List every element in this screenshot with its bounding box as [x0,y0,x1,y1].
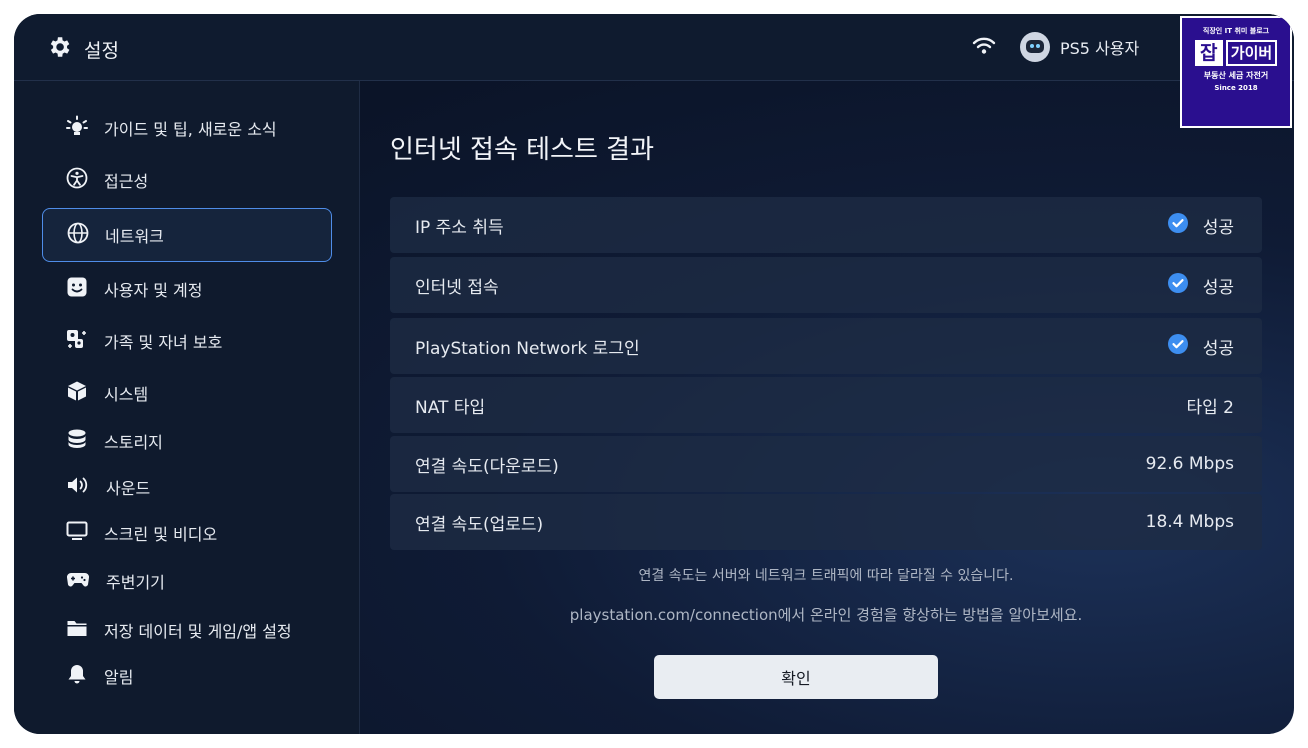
badge-name: 가이버 [1225,40,1278,66]
sidebar-item-accessibility[interactable]: 접근성 [42,153,332,207]
ps5-settings-screen: 설정 PS5 사용자 직장인 IT 취미 블로그 잡 가이버 부동산 세금 자전… [14,14,1294,734]
sidebar-item-label: 주변기기 [106,573,165,592]
wifi-icon [972,36,996,60]
result-value: 타입 2 [1186,397,1235,418]
result-label: IP 주소 취득 [415,217,504,238]
result-value: 성공 [1202,217,1234,238]
result-row-internet: 인터넷 접속 성공 [390,257,1262,313]
sidebar-item-screen-video[interactable]: 스크린 및 비디오 [42,506,332,560]
check-circle-icon [1167,333,1189,360]
user-profile[interactable]: PS5 사용자 [1020,32,1139,62]
badge-jab: 잡 [1194,40,1223,66]
database-icon [66,428,88,454]
check-circle-icon [1167,212,1189,239]
result-label: 연결 속도(다운로드) [415,456,559,477]
result-row-ip-address: IP 주소 취득 성공 [390,197,1262,253]
sidebar-item-users-accounts[interactable]: 사용자 및 계정 [42,262,332,316]
sidebar-item-family[interactable]: 가족 및 자녀 보호 [42,314,332,368]
family-icon [66,328,88,354]
sidebar-item-label: 저장 데이터 및 게임/앱 설정 [104,622,292,641]
blog-watermark-logo: 직장인 IT 취미 블로그 잡 가이버 부동산 세금 자전거 Since 201… [1180,16,1292,128]
user-name: PS5 사용자 [1060,39,1140,58]
sidebar-item-label: 스크린 및 비디오 [104,525,218,544]
gamepad-icon [66,568,90,594]
page-title: 인터넷 접속 테스트 결과 [390,135,654,165]
badge-line3: 부동산 세금 자전거 [1203,71,1269,80]
accessibility-icon [66,167,88,193]
sidebar-item-notifications[interactable]: 알림 [42,649,332,703]
result-row-download-speed: 연결 속도(다운로드) 92.6 Mbps [390,436,1262,492]
cube-icon [66,380,88,406]
globe-icon [67,222,89,248]
result-value: 성공 [1202,338,1234,359]
user-face-icon [66,276,88,302]
sidebar-item-label: 사용자 및 계정 [104,281,203,300]
sidebar: 가이드 및 팁, 새로운 소식 접근성 네트워크 사용자 및 계정 가족 및 자 [14,81,360,734]
folder-icon [66,617,88,643]
speed-note: 연결 속도는 서버와 네트워크 트래픽에 따라 달라질 수 있습니다. [638,568,1014,584]
result-row-nat-type: NAT 타입 타입 2 [390,377,1262,433]
result-status: 성공 [1167,212,1234,239]
bell-icon [66,663,88,689]
result-row-psn-signin: PlayStation Network 로그인 성공 [390,318,1262,374]
sidebar-item-label: 알림 [104,668,134,687]
result-label: 인터넷 접속 [415,277,499,298]
sidebar-item-system[interactable]: 시스템 [42,366,332,420]
sidebar-item-network[interactable]: 네트워크 [42,208,332,262]
sidebar-item-label: 사운드 [106,479,151,498]
sidebar-item-label: 스토리지 [104,433,163,452]
result-label: NAT 타입 [415,397,486,418]
sidebar-item-label: 시스템 [104,385,149,404]
sidebar-item-guides[interactable]: 가이드 및 팁, 새로운 소식 [42,101,332,155]
confirm-button[interactable]: 확인 [654,655,938,699]
sidebar-item-label: 네트워크 [105,227,164,246]
result-value: 92.6 Mbps [1145,454,1234,474]
speaker-icon [66,474,90,500]
avatar [1020,32,1050,62]
connection-help-note: playstation.com/connection에서 온라인 경험을 향상하… [569,606,1083,624]
check-circle-icon [1167,272,1189,299]
result-label: 연결 속도(업로드) [415,514,544,535]
monitor-icon [66,520,88,546]
top-bar: 설정 PS5 사용자 직장인 IT 취미 블로그 잡 가이버 부동산 세금 자전… [14,14,1294,128]
sidebar-item-accessories[interactable]: 주변기기 [42,554,332,608]
badge-line1: 직장인 IT 취미 블로그 [1202,27,1270,35]
sidebar-item-label: 가이드 및 팁, 새로운 소식 [104,120,277,139]
lightbulb-icon [66,115,88,141]
gear-icon [46,34,72,64]
settings-title: 설정 [84,39,119,62]
settings-header: 설정 [46,34,119,64]
result-value: 성공 [1202,277,1234,298]
sidebar-item-label: 가족 및 자녀 보호 [104,333,223,352]
result-status: 성공 [1167,333,1234,360]
result-value: 18.4 Mbps [1145,512,1234,532]
result-label: PlayStation Network 로그인 [415,338,640,359]
result-status: 성공 [1167,272,1234,299]
sidebar-item-label: 접근성 [104,172,149,191]
badge-line4: Since 2018 [1214,84,1258,92]
result-row-upload-speed: 연결 속도(업로드) 18.4 Mbps [390,494,1262,550]
